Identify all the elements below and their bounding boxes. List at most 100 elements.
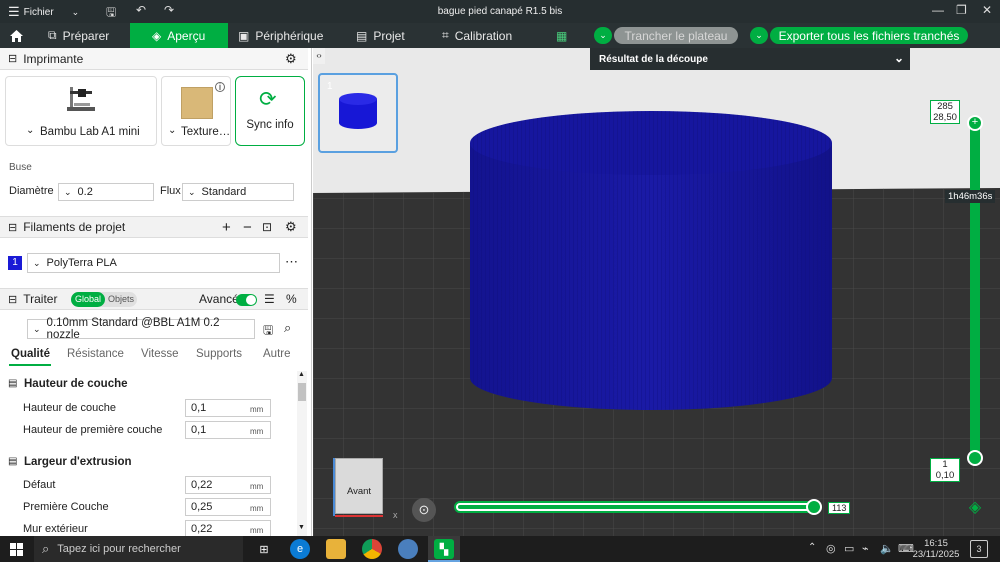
tab-vitesse[interactable]: Vitesse bbox=[141, 348, 179, 360]
toggle-objects[interactable]: Objets bbox=[106, 292, 136, 307]
sliced-model[interactable] bbox=[470, 111, 832, 410]
task-view-icon: ⊞ bbox=[259, 543, 269, 556]
tab-preparer-label: Préparer bbox=[62, 28, 110, 43]
nozzle-diameter-select[interactable]: ⌄ 0.2 bbox=[58, 183, 154, 201]
global-objects-toggle[interactable]: Global Objets bbox=[71, 292, 137, 307]
export-all-label: Exporter tous les fichiers tranchés bbox=[778, 28, 960, 43]
scrollbar-thumb[interactable] bbox=[298, 383, 306, 401]
move-slider-handle[interactable] bbox=[806, 499, 822, 515]
tray-battery-icon[interactable]: ▭ bbox=[844, 542, 854, 555]
taskbar-clock[interactable]: 16:15 23/11/2025 bbox=[908, 538, 964, 560]
settings-scrollbar[interactable]: ▲ ▼ bbox=[297, 371, 307, 536]
group-title-line-width: Largeur d'extrusion bbox=[24, 456, 132, 468]
layer-slider-track[interactable] bbox=[970, 124, 980, 458]
process-section-header: ⊟ Traiter Global Objets Avancé ☰ % bbox=[0, 288, 308, 310]
layers-icon: ◈ bbox=[152, 28, 162, 43]
view-camera-button[interactable]: ⊙ bbox=[412, 498, 436, 522]
task-view-button[interactable]: ⊞ bbox=[254, 539, 274, 559]
collapse-sidebar-handle[interactable]: ‹› bbox=[313, 48, 325, 64]
camera-reset-icon: ⊙ bbox=[418, 502, 430, 517]
unit-label: mm bbox=[250, 405, 264, 414]
tab-apercu[interactable]: ◈ Aperçu bbox=[130, 23, 228, 48]
multi-device-button[interactable]: ▦ bbox=[556, 23, 572, 48]
tab-resistance[interactable]: Résistance bbox=[67, 348, 124, 360]
gear-icon[interactable]: ⚙ bbox=[285, 219, 297, 235]
layers-toggle-button[interactable]: ◈ bbox=[965, 498, 985, 518]
filament-options-icon[interactable]: ⋯ bbox=[285, 254, 298, 270]
layer-top-handle[interactable]: + bbox=[967, 115, 983, 131]
tab-calibration[interactable]: ⌗ Calibration bbox=[438, 23, 548, 48]
advanced-switch[interactable] bbox=[236, 294, 257, 306]
tab-supports[interactable]: Supports bbox=[196, 348, 242, 360]
gear-icon[interactable]: ⚙ bbox=[285, 51, 297, 67]
setting-value: 0,1 bbox=[191, 424, 207, 436]
tab-preparer[interactable]: ⧉ Préparer bbox=[30, 23, 130, 48]
list-icon[interactable]: ☰ bbox=[264, 292, 275, 306]
compare-icon[interactable]: % bbox=[286, 292, 297, 306]
layer-top-height: 28,50 bbox=[933, 112, 957, 123]
settings-list: ▤ Hauteur de couche Hauteur de couche 0,… bbox=[0, 371, 296, 536]
3d-viewport[interactable]: ‹› 1 Résultat de la découpe ⌄ 285 28,50 … bbox=[313, 48, 1000, 536]
chrome-taskbar-icon[interactable] bbox=[362, 539, 382, 559]
setting-label: Première Couche bbox=[23, 501, 109, 513]
restore-icon[interactable]: ❐ bbox=[956, 3, 967, 17]
home-icon bbox=[9, 29, 23, 42]
flow-select[interactable]: ⌄ Standard bbox=[182, 183, 294, 201]
tray-bluetooth-icon[interactable]: ◎ bbox=[826, 542, 836, 555]
notification-count: 3 bbox=[976, 544, 982, 554]
tray-chevron-up-icon[interactable]: ⌃ bbox=[808, 542, 816, 553]
sync-info-button[interactable]: ⟳ Sync info bbox=[235, 76, 305, 146]
ams-sync-icon[interactable]: ⊡ bbox=[262, 220, 272, 234]
export-all-button[interactable]: Exporter tous les fichiers tranchés bbox=[770, 27, 968, 44]
scroll-up-icon[interactable]: ▲ bbox=[298, 371, 305, 378]
chevron-down-icon[interactable]: ⌄ bbox=[894, 51, 904, 65]
info-icon[interactable]: i bbox=[215, 82, 225, 92]
process-profile-value: 0.10mm Standard @BBL A1M 0.2 nozzle bbox=[46, 317, 220, 341]
tray-volume-icon[interactable]: 🔈 bbox=[880, 542, 894, 555]
scene[interactable] bbox=[313, 48, 1000, 536]
view-cube[interactable]: Avant bbox=[335, 458, 383, 514]
title-bar: ☰ Fichier ⌄ 🖫 ↶ ↷ bague pied canapé R1.5… bbox=[0, 0, 1000, 23]
chevron-down-icon: ⌄ bbox=[755, 30, 763, 40]
remove-icon[interactable]: − bbox=[243, 219, 252, 236]
tab-projet[interactable]: ▤ Projet bbox=[350, 23, 430, 48]
chevron-down-icon: ⌄ bbox=[33, 257, 41, 268]
slice-plate-button[interactable]: Trancher le plateau bbox=[614, 27, 738, 44]
scroll-down-icon[interactable]: ▼ bbox=[298, 524, 305, 531]
minimize-icon[interactable]: — bbox=[932, 3, 944, 17]
tab-peripherique[interactable]: ▣ Périphérique bbox=[228, 23, 338, 48]
add-icon[interactable]: + bbox=[222, 219, 231, 236]
tray-network-icon[interactable]: ⌁ bbox=[862, 542, 869, 555]
export-dropdown-toggle[interactable]: ⌄ bbox=[750, 27, 768, 44]
layer-bottom-handle[interactable] bbox=[967, 450, 983, 466]
slice-dropdown-toggle[interactable]: ⌄ bbox=[594, 27, 612, 44]
search-icon[interactable]: ⌕ bbox=[284, 320, 291, 336]
setting-label: Hauteur de couche bbox=[23, 402, 116, 414]
tab-autre[interactable]: Autre bbox=[263, 348, 291, 360]
layer-bottom-height: 0,10 bbox=[935, 470, 955, 481]
printer-card[interactable]: ⌄ Bambu Lab A1 mini bbox=[5, 76, 157, 146]
start-button[interactable] bbox=[6, 539, 26, 559]
filaments-section-header: ⊟ Filaments de projet + − ⊡ ⚙ bbox=[0, 216, 308, 238]
filament-select[interactable]: ⌄ PolyTerra PLA bbox=[27, 253, 280, 273]
nozzle-section-label: Buse bbox=[9, 162, 32, 173]
tab-qualite[interactable]: Qualité bbox=[11, 348, 50, 360]
notification-center-button[interactable]: 3 bbox=[970, 540, 988, 558]
toggle-global[interactable]: Global bbox=[71, 292, 105, 307]
home-button[interactable] bbox=[4, 23, 28, 48]
move-slider-track[interactable] bbox=[454, 501, 822, 513]
plate-label: Texture… bbox=[181, 126, 231, 138]
edge-taskbar-icon[interactable]: e bbox=[290, 539, 310, 559]
plate-type-card[interactable]: i ⌄ Texture… bbox=[161, 76, 231, 146]
device-icon: ▣ bbox=[238, 28, 250, 43]
chevron-down-icon: ⌄ bbox=[33, 323, 41, 334]
slice-result-panel[interactable]: Résultat de la découpe ⌄ bbox=[590, 48, 910, 70]
plate-thumbnail[interactable]: 1 bbox=[318, 73, 398, 153]
app-taskbar-icon[interactable] bbox=[398, 539, 418, 559]
save-icon[interactable]: 🖫 bbox=[263, 321, 273, 342]
bambu-studio-taskbar-icon[interactable]: ▚ bbox=[434, 539, 454, 559]
file-explorer-taskbar-icon[interactable] bbox=[326, 539, 346, 559]
process-profile-select[interactable]: ⌄ 0.10mm Standard @BBL A1M 0.2 nozzle bbox=[27, 317, 255, 341]
taskbar-search-box[interactable]: ⌕ Tapez ici pour rechercher bbox=[34, 536, 243, 562]
close-icon[interactable]: ✕ bbox=[982, 3, 992, 17]
